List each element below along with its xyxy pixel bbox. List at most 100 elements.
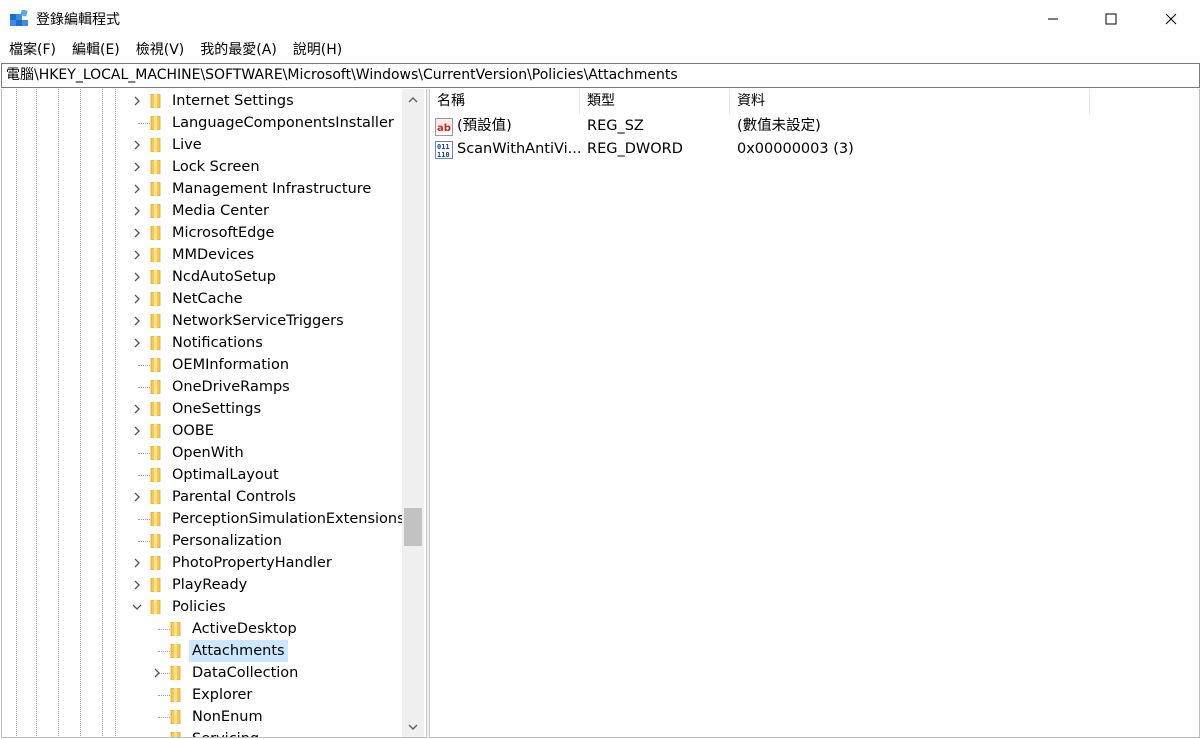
tree-item-label: Media Center <box>172 203 269 219</box>
tree-item[interactable]: NetCache <box>2 288 402 310</box>
tree-item[interactable]: ActiveDesktop <box>2 618 402 640</box>
value-row[interactable]: 011 110 ScanWithAntiVi... REG_DWORD 0x00… <box>430 138 1190 161</box>
scroll-up-button[interactable] <box>402 89 424 111</box>
tree-item[interactable]: Servicing <box>2 728 402 737</box>
regedit-app-icon <box>10 10 28 26</box>
value-type: REG_DWORD <box>587 141 683 157</box>
expand-toggle[interactable] <box>130 226 144 240</box>
expand-toggle[interactable] <box>130 204 144 218</box>
tree-item[interactable]: OneSettings <box>2 398 402 420</box>
tree-item[interactable]: OptimalLayout <box>2 464 402 486</box>
svg-text:011: 011 <box>437 143 450 151</box>
chevron-right-icon <box>134 338 140 348</box>
maximize-icon <box>1105 13 1117 25</box>
scroll-down-button[interactable] <box>402 716 424 737</box>
tree-item[interactable]: OEMInformation <box>2 354 402 376</box>
tree-item[interactable]: Notifications <box>2 332 402 354</box>
expand-toggle[interactable] <box>150 666 164 680</box>
tree-item[interactable]: Management Infrastructure <box>2 178 402 200</box>
binary-value-icon: 011 110 <box>435 141 453 159</box>
folder-icon <box>150 94 161 108</box>
tree-item[interactable]: OneDriveRamps <box>2 376 402 398</box>
tree-item[interactable]: OpenWith <box>2 442 402 464</box>
menu-favorites[interactable]: 我的最愛(A) <box>192 38 285 62</box>
expand-toggle[interactable] <box>130 578 144 592</box>
expand-toggle[interactable] <box>130 490 144 504</box>
expand-toggle[interactable] <box>130 314 144 328</box>
expand-toggle[interactable] <box>130 292 144 306</box>
tree-item[interactable]: OOBE <box>2 420 402 442</box>
address-bar[interactable]: 電腦\HKEY_LOCAL_MACHINE\SOFTWARE\Microsoft… <box>1 63 1200 88</box>
values-list: 名稱 類型 資料 ab (預設值) REG_SZ (數值未設定) 011 110… <box>430 89 1200 738</box>
tree-item[interactable]: Explorer <box>2 684 402 706</box>
value-row[interactable]: ab (預設值) REG_SZ (數值未設定) <box>430 115 1190 138</box>
tree-item[interactable]: Parental Controls <box>2 486 402 508</box>
tree-item[interactable]: Personalization <box>2 530 402 552</box>
tree-item[interactable]: PhotoPropertyHandler <box>2 552 402 574</box>
chevron-right-icon <box>134 250 140 260</box>
tree-item[interactable]: Attachments <box>2 640 402 662</box>
folder-icon <box>170 666 181 680</box>
tree-item-label: Policies <box>172 599 226 615</box>
menu-file[interactable]: 檔案(F) <box>0 38 64 62</box>
expand-toggle[interactable] <box>130 270 144 284</box>
maximize-button[interactable] <box>1082 0 1140 38</box>
tree-scrollbar[interactable] <box>402 89 424 737</box>
chevron-right-icon <box>134 228 140 238</box>
tree-item-label: LanguageComponentsInstaller <box>172 115 394 131</box>
folder-icon <box>150 226 161 240</box>
tree-item-label: OptimalLayout <box>172 467 279 483</box>
expand-toggle[interactable] <box>130 94 144 108</box>
tree-item[interactable]: PlayReady <box>2 574 402 596</box>
title-bar: 登錄編輯程式 <box>0 0 1202 38</box>
tree-item-label: Management Infrastructure <box>172 181 372 197</box>
chevron-right-icon <box>134 426 140 436</box>
menu-help[interactable]: 說明(H) <box>285 38 350 62</box>
close-icon <box>1165 13 1177 25</box>
tree-item-label: NcdAutoSetup <box>172 269 276 285</box>
menu-view[interactable]: 檢視(V) <box>128 38 193 62</box>
tree-item[interactable]: Media Center <box>2 200 402 222</box>
expand-toggle[interactable] <box>130 556 144 570</box>
expand-toggle[interactable] <box>130 402 144 416</box>
chevron-down-icon <box>408 724 418 730</box>
minimize-button[interactable] <box>1024 0 1082 38</box>
chevron-right-icon <box>134 558 140 568</box>
expand-toggle[interactable] <box>130 160 144 174</box>
tree-item[interactable]: MicrosoftEdge <box>2 222 402 244</box>
scroll-thumb[interactable] <box>404 508 422 546</box>
expand-toggle[interactable] <box>130 138 144 152</box>
expand-toggle[interactable] <box>130 424 144 438</box>
tree-item[interactable]: NonEnum <box>2 706 402 728</box>
tree-item[interactable]: PerceptionSimulationExtensions <box>2 508 405 530</box>
column-header-type[interactable]: 類型 <box>580 89 730 114</box>
chevron-right-icon <box>134 206 140 216</box>
close-button[interactable] <box>1142 0 1200 38</box>
tree-item[interactable]: LanguageComponentsInstaller <box>2 112 402 134</box>
value-name: (預設值) <box>457 118 512 134</box>
tree-item[interactable]: Live <box>2 134 402 156</box>
chevron-right-icon <box>134 404 140 414</box>
folder-icon <box>150 116 161 130</box>
chevron-right-icon <box>134 184 140 194</box>
expand-toggle[interactable] <box>130 336 144 350</box>
expand-toggle[interactable] <box>130 182 144 196</box>
tree-item[interactable]: MMDevices <box>2 244 402 266</box>
folder-icon <box>150 446 161 460</box>
tree-item[interactable]: NetworkServiceTriggers <box>2 310 402 332</box>
expand-toggle[interactable] <box>130 248 144 262</box>
tree-item[interactable]: Lock Screen <box>2 156 402 178</box>
tree-item[interactable]: DataCollection <box>2 662 402 684</box>
tree-item[interactable]: Policies <box>2 596 402 618</box>
svg-text:110: 110 <box>437 151 450 159</box>
tree-item-label: MMDevices <box>172 247 255 263</box>
tree-item[interactable]: Internet Settings <box>2 90 402 112</box>
menu-edit[interactable]: 編輯(E) <box>64 38 128 62</box>
tree-item[interactable]: NcdAutoSetup <box>2 266 402 288</box>
collapse-toggle[interactable] <box>130 600 144 614</box>
column-header-data[interactable]: 資料 <box>730 89 1090 114</box>
tree-item-label: NonEnum <box>192 709 263 725</box>
tree-item-label: Notifications <box>172 335 263 351</box>
column-header-name[interactable]: 名稱 <box>430 89 580 114</box>
svg-text:ab: ab <box>437 123 451 134</box>
